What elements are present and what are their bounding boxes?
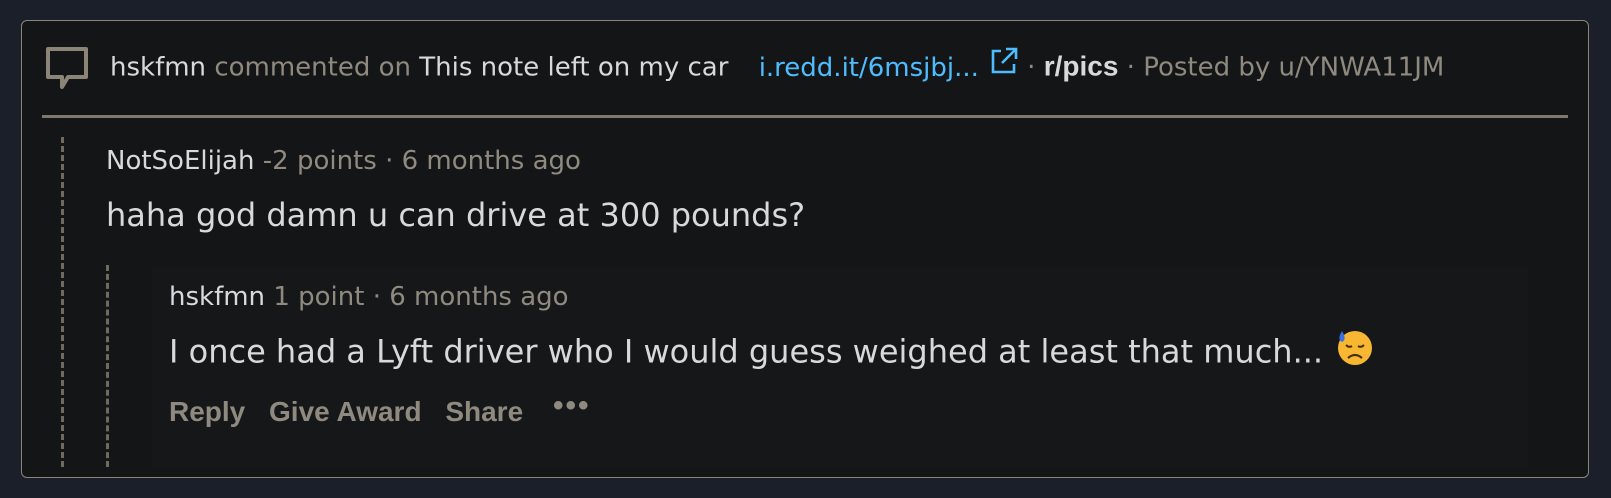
header-divider bbox=[42, 115, 1568, 118]
header-separator: · bbox=[1027, 52, 1036, 83]
parent-comment-points: -2 points bbox=[262, 146, 377, 176]
reply-comment-points: 1 point bbox=[273, 282, 365, 312]
header-separator-2: · bbox=[1126, 52, 1135, 83]
post-title-link[interactable]: This note left on my car bbox=[419, 53, 728, 83]
posted-by-text[interactable]: Posted by u/YNWA11JM bbox=[1143, 53, 1444, 83]
downcast-face-with-sweat-emoji bbox=[1337, 328, 1373, 375]
post-url-link[interactable]: i.redd.it/6msjbj... bbox=[759, 53, 979, 83]
give-award-button[interactable]: Give Award bbox=[269, 396, 422, 427]
reply-comment-author[interactable]: hskfmn bbox=[169, 282, 265, 312]
reply-comment-age[interactable]: 6 months ago bbox=[389, 282, 568, 312]
parent-comment-body: haha god damn u can drive at 300 pounds? bbox=[106, 196, 806, 234]
commented-on-text: commented on bbox=[214, 52, 411, 83]
parent-comment-author[interactable]: NotSoElijah bbox=[106, 146, 254, 176]
reply-comment-body: I once had a Lyft driver who I would gue… bbox=[169, 332, 1324, 371]
meta-separator: · bbox=[385, 146, 394, 176]
comment-actions: Reply Give Award Share ••• bbox=[169, 389, 606, 429]
external-link-icon[interactable] bbox=[989, 46, 1019, 84]
reply-thread-line[interactable] bbox=[106, 265, 109, 467]
parent-comment-meta: NotSoElijah -2 points · 6 months ago bbox=[106, 145, 581, 177]
reply-comment-body-line: I once had a Lyft driver who I would gue… bbox=[169, 330, 1373, 377]
reply-button[interactable]: Reply bbox=[169, 396, 245, 427]
more-options-button[interactable]: ••• bbox=[553, 389, 591, 423]
reply-comment-meta: hskfmn 1 point · 6 months ago bbox=[169, 281, 569, 313]
subreddit-link[interactable]: r/pics bbox=[1044, 51, 1119, 82]
comment-bubble-icon bbox=[46, 47, 88, 89]
parent-thread-line[interactable] bbox=[61, 137, 64, 467]
parent-comment-age[interactable]: 6 months ago bbox=[402, 146, 581, 176]
meta-separator: · bbox=[372, 282, 381, 312]
header-line: hskfmn commented on This note left on my… bbox=[110, 46, 1444, 87]
comment-card[interactable]: hskfmn commented on This note left on my… bbox=[21, 20, 1589, 478]
commenter-username[interactable]: hskfmn bbox=[110, 53, 206, 83]
share-button[interactable]: Share bbox=[445, 396, 523, 427]
comment-header: hskfmn commented on This note left on my… bbox=[22, 21, 1588, 115]
